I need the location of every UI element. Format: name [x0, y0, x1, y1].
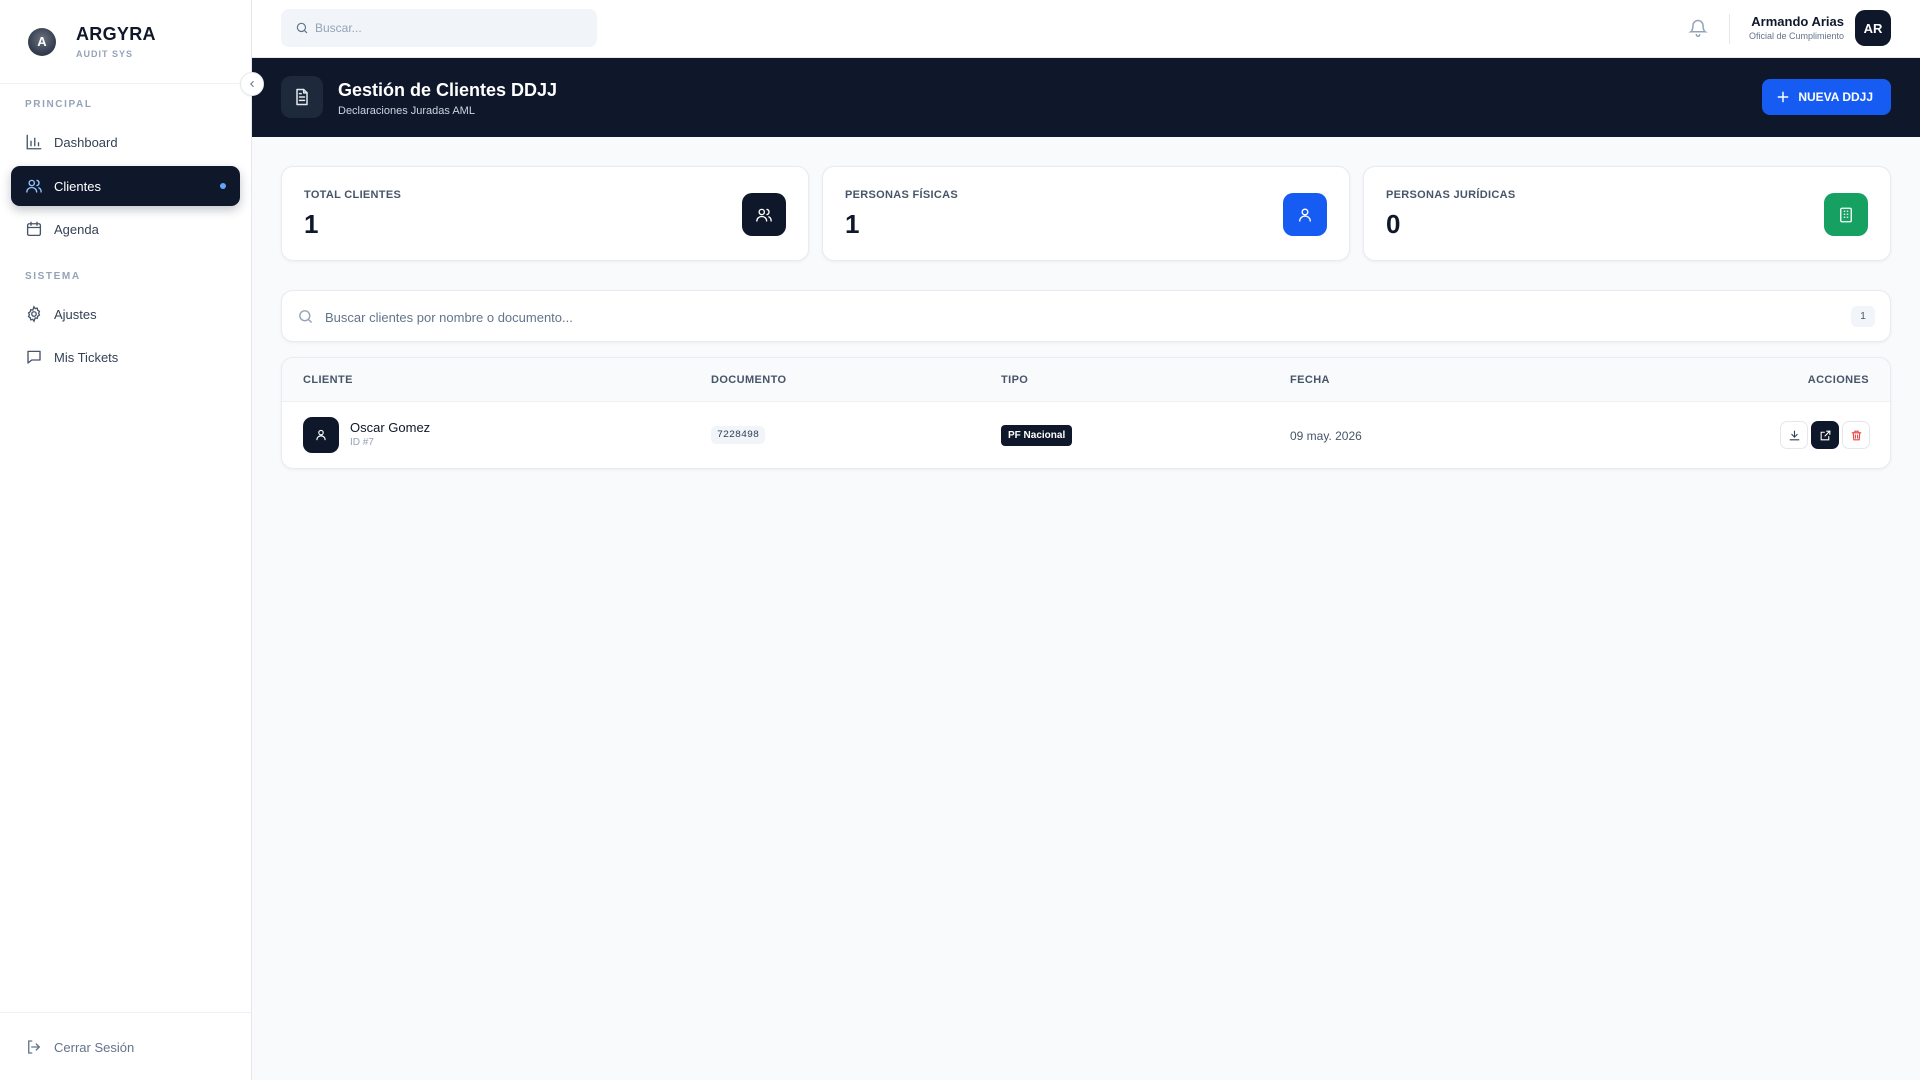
sidebar-item-ajustes[interactable]: Ajustes — [11, 294, 240, 334]
users-icon — [26, 179, 42, 193]
chevron-left-icon — [250, 80, 254, 88]
bell-icon — [1688, 19, 1708, 38]
stat-value: 1 — [304, 209, 319, 239]
client-date: 09 may. 2026 — [1290, 429, 1362, 443]
download-icon — [1789, 430, 1799, 440]
sidebar-item-mis-tickets[interactable]: Mis Tickets — [11, 337, 240, 377]
brand-subtitle: AUDIT SYS — [76, 49, 134, 59]
stat-icon-box — [1824, 193, 1868, 236]
column-header-documento: DOCUMENTO — [711, 374, 787, 386]
stat-icon-box — [742, 193, 786, 236]
search-icon — [299, 310, 312, 323]
user-avatar[interactable]: AR — [1855, 10, 1891, 46]
trash-icon — [1851, 430, 1861, 440]
stat-card-total-clientes: TOTAL CLIENTES 1 — [281, 166, 809, 261]
search-icon — [296, 22, 308, 34]
table-row[interactable]: Oscar Gomez ID #7 7228498 PF Nacional 09… — [282, 402, 1890, 468]
page-subtitle: Declaraciones Juradas AML — [338, 105, 475, 117]
client-type-badge: PF Nacional — [1001, 425, 1073, 446]
logout-icon — [28, 1040, 41, 1054]
client-id: ID #7 — [350, 437, 374, 448]
section-label-principal: PRINCIPAL — [25, 99, 93, 110]
brand: A ARGYRA AUDIT SYS — [0, 0, 251, 84]
sidebar-item-clientes[interactable]: Clientes — [11, 166, 240, 206]
page-header-icon — [281, 76, 323, 118]
topbar-divider — [1729, 14, 1730, 44]
stat-label: PERSONAS FÍSICAS — [845, 189, 958, 201]
user-icon — [1299, 207, 1311, 222]
column-header-acciones: ACCIONES — [1807, 374, 1869, 386]
brand-name: ARGYRA — [76, 24, 156, 44]
nueva-ddjj-label: NUEVA DDJJ — [1798, 90, 1873, 104]
sidebar-collapse-button[interactable] — [240, 72, 264, 96]
client-name: Oscar Gomez — [350, 420, 431, 435]
document-number: 7228498 — [711, 426, 766, 444]
column-header-fecha: FECHA — [1290, 374, 1330, 386]
download-button[interactable] — [1780, 421, 1808, 449]
user-role: Oficial de Cumplimiento — [1748, 31, 1844, 41]
plus-icon — [1777, 91, 1789, 103]
logout-label: Cerrar Sesión — [54, 1039, 135, 1055]
user-icon — [316, 429, 326, 441]
stat-value: 0 — [1386, 209, 1401, 239]
global-search — [281, 9, 597, 47]
client-search-panel: 1 — [281, 290, 1891, 342]
calendar-icon — [26, 221, 42, 237]
stat-card-personas-fisicas: PERSONAS FÍSICAS 1 — [822, 166, 1350, 261]
results-count-badge: 1 — [1851, 306, 1875, 327]
document-icon — [296, 88, 308, 106]
logout-button[interactable]: Cerrar Sesión — [11, 1027, 134, 1067]
topbar: Armando Arias Oficial de Cumplimiento AR — [252, 0, 1920, 58]
clients-table: CLIENTE DOCUMENTO TIPO FECHA ACCIONES Os… — [281, 357, 1891, 469]
message-icon — [27, 350, 41, 364]
gear-icon — [27, 305, 41, 323]
sidebar-item-agenda[interactable]: Agenda — [11, 209, 240, 249]
stat-label: PERSONAS JURÍDICAS — [1386, 189, 1516, 201]
page-title: Gestión de Clientes DDJJ — [338, 80, 558, 100]
sidebar-item-dashboard[interactable]: Dashboard — [11, 122, 240, 162]
sidebar-item-label: Mis Tickets — [54, 349, 119, 365]
global-search-input[interactable] — [315, 21, 575, 35]
client-avatar — [303, 417, 339, 453]
sidebar: A ARGYRA AUDIT SYS PRINCIPAL Dashboard C… — [0, 0, 252, 1080]
delete-button[interactable] — [1842, 421, 1870, 449]
sidebar-item-label: Clientes — [54, 178, 101, 194]
column-header-cliente: CLIENTE — [303, 374, 353, 386]
bar-chart-icon — [26, 134, 42, 150]
open-external-button[interactable] — [1811, 421, 1839, 449]
sidebar-item-label: Agenda — [54, 221, 99, 237]
stat-label: TOTAL CLIENTES — [304, 189, 402, 201]
sidebar-item-label: Dashboard — [54, 134, 118, 150]
nueva-ddjj-button[interactable]: NUEVA DDJJ — [1762, 79, 1891, 115]
page-header: Gestión de Clientes DDJJ Declaraciones J… — [252, 58, 1920, 137]
user-name: Armando Arias — [1751, 14, 1844, 29]
stat-card-personas-juridicas: PERSONAS JURÍDICAS 0 — [1363, 166, 1891, 261]
client-search-input[interactable] — [325, 305, 1725, 329]
user-info: Armando Arias Oficial de Cumplimiento — [1749, 14, 1844, 41]
section-label-sistema: SISTEMA — [25, 271, 81, 282]
external-link-icon — [1820, 430, 1830, 440]
notifications-button[interactable] — [1688, 18, 1708, 38]
stat-icon-box — [1283, 193, 1327, 236]
brand-logo: A — [28, 27, 56, 56]
table-header: CLIENTE DOCUMENTO TIPO FECHA ACCIONES — [282, 358, 1890, 402]
active-indicator-dot — [220, 183, 226, 189]
users-icon — [756, 208, 772, 222]
building-icon — [1840, 207, 1852, 222]
sidebar-footer: Cerrar Sesión — [0, 1012, 252, 1080]
stat-value: 1 — [845, 209, 860, 239]
sidebar-item-label: Ajustes — [54, 306, 97, 322]
column-header-tipo: TIPO — [1001, 374, 1029, 386]
